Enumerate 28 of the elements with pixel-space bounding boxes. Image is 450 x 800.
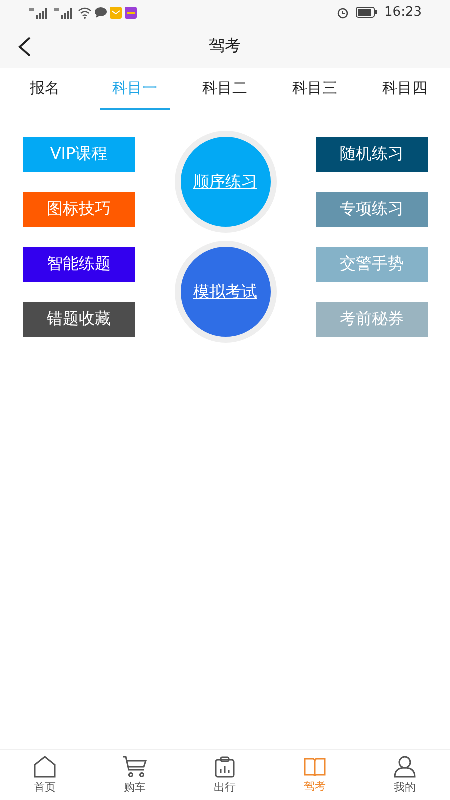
chat-bubble-icon xyxy=(95,7,107,18)
tab[interactable]: 报名 xyxy=(10,68,80,110)
mail-icon xyxy=(110,6,122,18)
wifi-icon xyxy=(78,6,92,18)
cart-icon xyxy=(122,756,148,778)
house-icon xyxy=(33,756,57,778)
page-title: 驾考 xyxy=(209,36,241,57)
nav-item[interactable]: 出行 xyxy=(180,750,270,800)
battery-icon xyxy=(356,7,378,18)
clipboard-icon xyxy=(214,756,236,778)
circle-button[interactable]: 模拟考试 xyxy=(174,241,276,343)
menu-button[interactable]: 智能练题 xyxy=(23,247,135,282)
open-book-icon xyxy=(303,756,327,776)
nav-item[interactable]: 购车 xyxy=(90,750,180,800)
nav-item[interactable]: 首页 xyxy=(0,750,90,800)
tab[interactable]: 科目四 xyxy=(370,68,440,110)
cellular-signal-icon xyxy=(53,6,75,18)
menu-button[interactable]: 随机练习 xyxy=(316,137,428,172)
menu-button[interactable]: 错题收藏 xyxy=(23,302,135,337)
app-icon xyxy=(125,6,137,18)
person-icon xyxy=(393,756,417,778)
tab[interactable]: 科目二 xyxy=(190,68,260,110)
cellular-signal-icon xyxy=(28,6,50,18)
back-icon[interactable] xyxy=(18,37,32,57)
alarm-clock-icon xyxy=(336,6,349,18)
nav-item[interactable]: 我的 xyxy=(360,750,450,800)
tab[interactable]: 科目三 xyxy=(280,68,350,110)
clock-time: 16:23 xyxy=(384,5,422,20)
